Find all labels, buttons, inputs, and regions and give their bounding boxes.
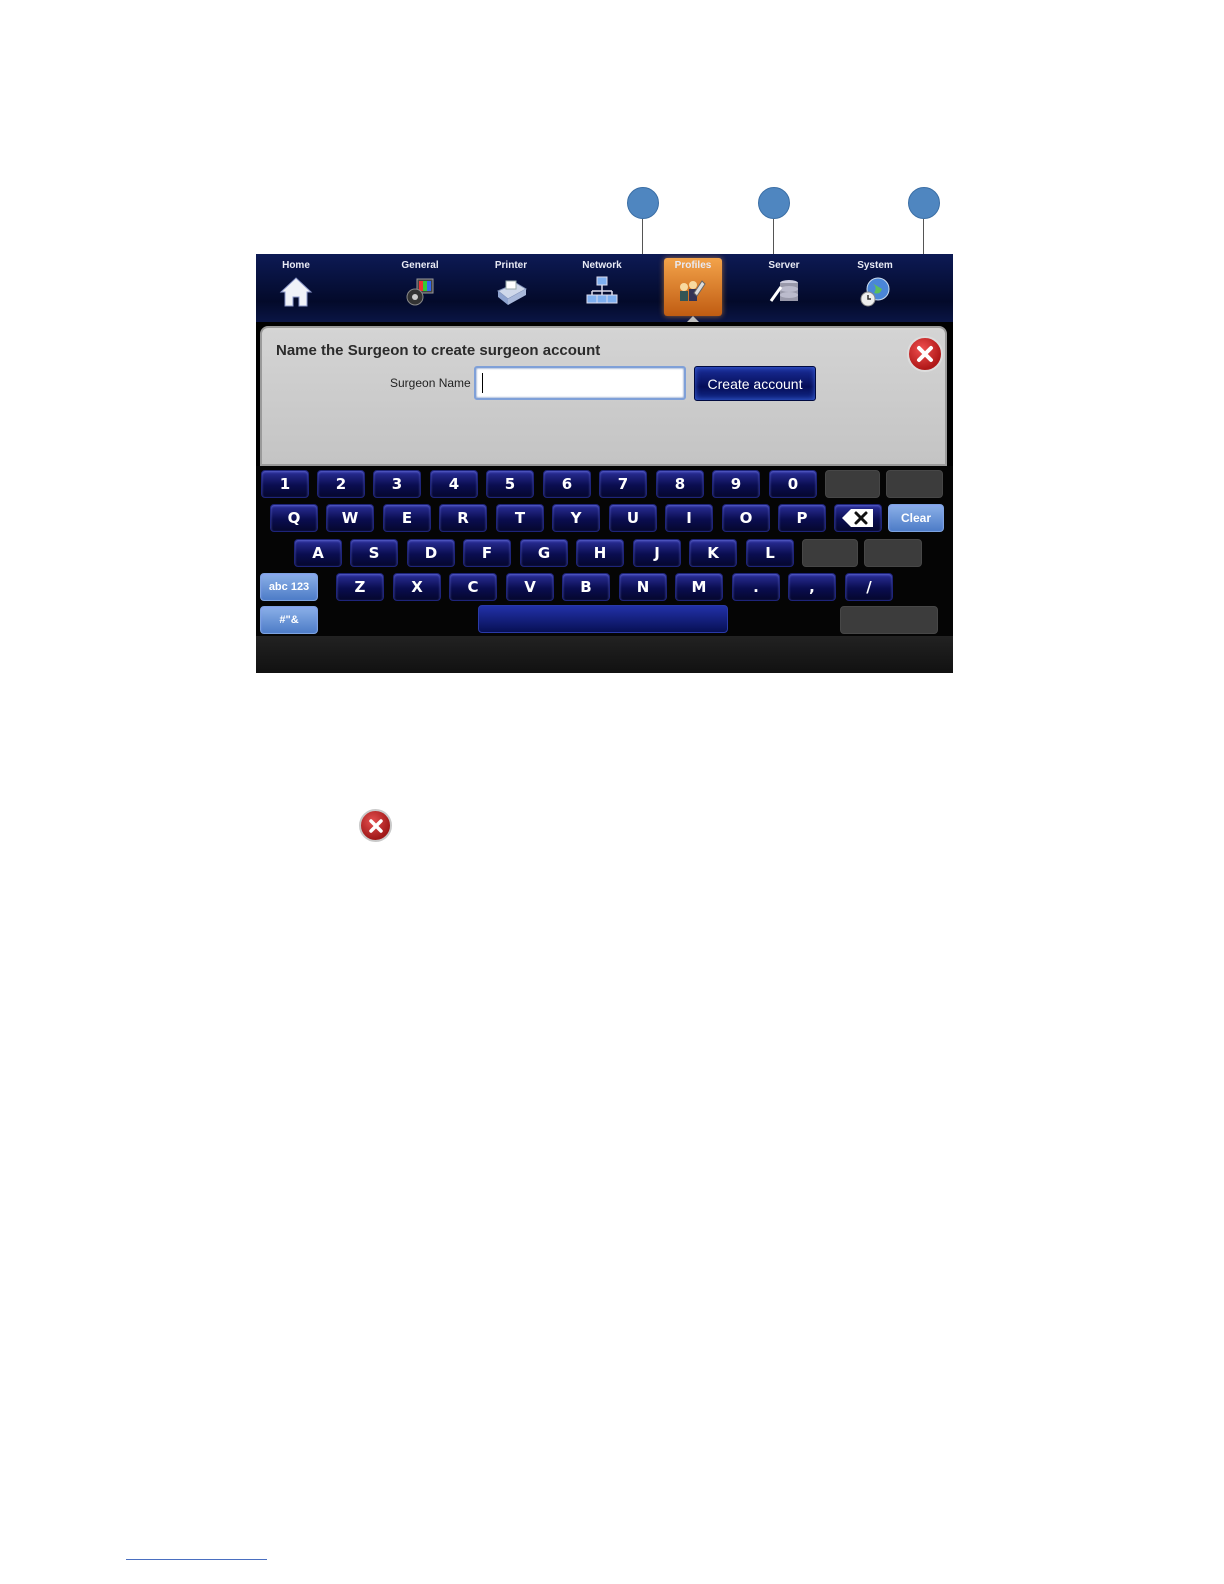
key-m[interactable]: M: [675, 573, 723, 601]
callout-marker-3: [908, 187, 940, 219]
symbols-mode-key[interactable]: #"&: [260, 606, 318, 634]
key-2[interactable]: 2: [317, 470, 365, 498]
key-z[interactable]: Z: [336, 573, 384, 601]
callout-marker-1: [627, 187, 659, 219]
nav-system[interactable]: System: [846, 258, 904, 316]
network-icon: [586, 276, 618, 304]
dialog-title: Name the Surgeon to create surgeon accou…: [276, 342, 601, 359]
space-bar[interactable]: [478, 605, 728, 633]
key-i[interactable]: I: [665, 504, 713, 532]
key-3[interactable]: 3: [373, 470, 421, 498]
surgeon-name-input[interactable]: [474, 366, 686, 400]
key-disabled-4: [864, 539, 922, 567]
callout-marker-2: [758, 187, 790, 219]
key-disabled-3: [802, 539, 858, 567]
nav-profiles[interactable]: Profiles: [664, 258, 722, 316]
key-g[interactable]: G: [520, 539, 568, 567]
key-1[interactable]: 1: [261, 470, 309, 498]
on-screen-keyboard: 1 2 3 4 5 6 7 8 9 0 Q W E R T Y U I O P …: [256, 466, 953, 636]
key-5[interactable]: 5: [486, 470, 534, 498]
clear-key[interactable]: Clear: [888, 504, 944, 532]
key-h[interactable]: H: [576, 539, 624, 567]
nav-printer[interactable]: Printer: [482, 258, 540, 316]
key-disabled-1: [825, 470, 880, 498]
key-7[interactable]: 7: [599, 470, 647, 498]
abc-123-mode-key[interactable]: abc 123: [260, 573, 318, 601]
key-j[interactable]: J: [633, 539, 681, 567]
key-x[interactable]: X: [393, 573, 441, 601]
key-t[interactable]: T: [496, 504, 544, 532]
nav-printer-label: Printer: [494, 260, 528, 271]
key-disabled-5: [840, 606, 938, 634]
server-icon: [769, 280, 798, 302]
key-w[interactable]: W: [326, 504, 374, 532]
key-v[interactable]: V: [506, 573, 554, 601]
create-account-button[interactable]: Create account: [694, 366, 816, 401]
home-icon: [279, 277, 313, 307]
key-y[interactable]: Y: [552, 504, 600, 532]
nav-server-label: Server: [768, 260, 800, 271]
nav-home[interactable]: Home: [267, 258, 325, 316]
close-icon: [368, 818, 383, 833]
nav-network[interactable]: Network: [573, 258, 631, 316]
key-9[interactable]: 9: [712, 470, 760, 498]
key-slash[interactable]: /: [845, 573, 893, 601]
profiles-icon: [680, 280, 706, 301]
backspace-icon: [842, 509, 873, 527]
key-o[interactable]: O: [722, 504, 770, 532]
close-icon: [917, 346, 933, 362]
key-u[interactable]: U: [609, 504, 657, 532]
key-comma[interactable]: ,: [788, 573, 836, 601]
key-4[interactable]: 4: [430, 470, 478, 498]
key-k[interactable]: K: [689, 539, 737, 567]
key-0[interactable]: 0: [769, 470, 817, 498]
key-s[interactable]: S: [350, 539, 398, 567]
surgeon-name-label: Surgeon Name: [390, 376, 471, 390]
key-a[interactable]: A: [294, 539, 342, 567]
backspace-key[interactable]: [834, 504, 882, 532]
key-b[interactable]: B: [562, 573, 610, 601]
key-q[interactable]: Q: [270, 504, 318, 532]
key-8[interactable]: 8: [656, 470, 704, 498]
key-6[interactable]: 6: [543, 470, 591, 498]
key-c[interactable]: C: [449, 573, 497, 601]
bottom-status-bar: [256, 636, 953, 673]
text-cursor: [482, 373, 483, 393]
key-disabled-2: [886, 470, 943, 498]
footnote-separator: [126, 1559, 267, 1560]
nav-profiles-label: Profiles: [674, 260, 712, 271]
nav-general-label: General: [401, 260, 439, 271]
key-r[interactable]: R: [439, 504, 487, 532]
system-icon: [860, 277, 890, 307]
nav-general[interactable]: General: [391, 258, 449, 316]
top-navigation-bar: Home General Printer Network Profiles Se…: [256, 254, 953, 322]
printer-icon: [497, 280, 527, 305]
nav-system-label: System: [857, 260, 893, 271]
key-e[interactable]: E: [383, 504, 431, 532]
key-f[interactable]: F: [463, 539, 511, 567]
key-l[interactable]: L: [746, 539, 794, 567]
device-screen: Home General Printer Network Profiles Se…: [256, 254, 953, 673]
nav-home-label: Home: [282, 260, 310, 271]
key-p[interactable]: P: [778, 504, 826, 532]
key-n[interactable]: N: [619, 573, 667, 601]
active-tab-indicator: [687, 316, 699, 322]
create-account-dialog: Name the Surgeon to create surgeon accou…: [260, 326, 947, 466]
key-period[interactable]: .: [732, 573, 780, 601]
key-d[interactable]: D: [407, 539, 455, 567]
general-icon: [406, 278, 434, 306]
nav-server[interactable]: Server: [755, 258, 813, 316]
close-icon-reference: [359, 809, 392, 842]
close-dialog-button[interactable]: [907, 336, 943, 372]
nav-network-label: Network: [582, 260, 622, 271]
